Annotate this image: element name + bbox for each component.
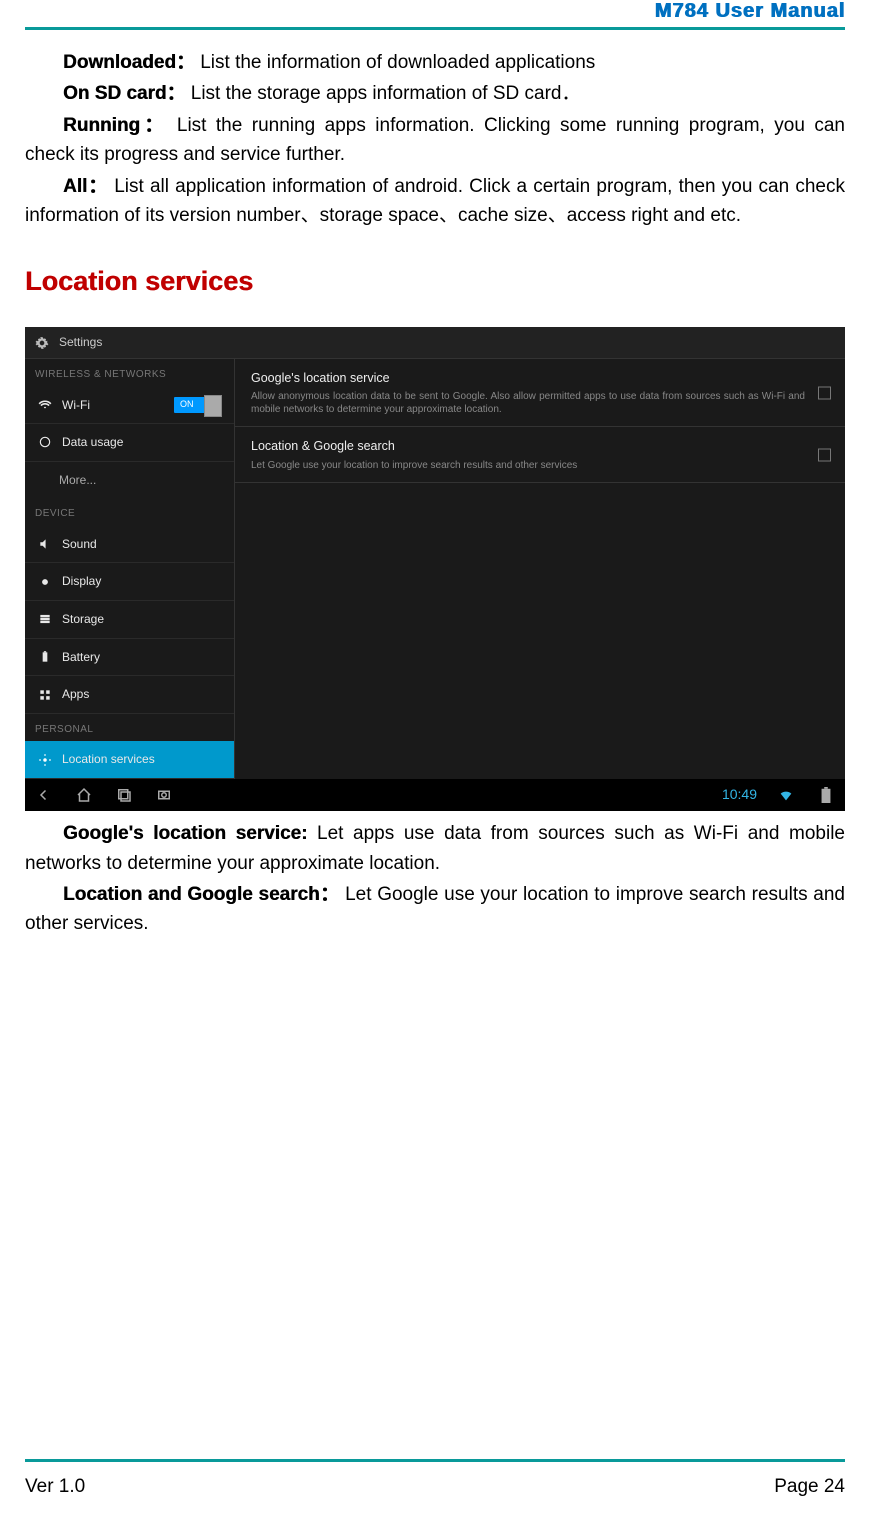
sidebar-item-wifi[interactable]: Wi-Fi ON bbox=[25, 387, 234, 425]
storage-label: Storage bbox=[62, 610, 104, 629]
location-label: Location services bbox=[62, 750, 155, 769]
apps-icon bbox=[37, 687, 52, 702]
category-wireless: WIRELESS & NETWORKS bbox=[25, 359, 234, 387]
sidebar-item-more[interactable]: More... bbox=[25, 462, 234, 499]
storage-icon bbox=[37, 612, 52, 627]
data-usage-label: Data usage bbox=[62, 433, 123, 452]
option-google-location-service[interactable]: Google's location service Allow anonymou… bbox=[235, 359, 845, 427]
sidebar-item-battery[interactable]: Battery bbox=[25, 639, 234, 677]
option-title: Location & Google search bbox=[251, 437, 805, 456]
settings-main-panel: Google's location service Allow anonymou… bbox=[235, 359, 845, 779]
sd-card-text: List the storage apps information of SD … bbox=[191, 83, 581, 104]
section-heading-location-services: Location services bbox=[25, 261, 845, 303]
sound-label: Sound bbox=[62, 535, 97, 554]
display-icon bbox=[37, 574, 52, 589]
option-desc: Let Google use your location to improve … bbox=[251, 459, 805, 472]
display-label: Display bbox=[62, 572, 101, 591]
status-clock: 10:49 bbox=[722, 784, 757, 806]
settings-icon bbox=[35, 336, 49, 350]
footer-divider bbox=[25, 1459, 845, 1462]
recents-icon[interactable] bbox=[113, 784, 135, 806]
settings-titlebar: Settings bbox=[25, 327, 845, 359]
settings-title: Settings bbox=[59, 333, 102, 352]
checkbox[interactable] bbox=[818, 448, 831, 461]
battery-label: Battery bbox=[62, 648, 100, 667]
sidebar-item-display[interactable]: Display bbox=[25, 563, 234, 601]
settings-sidebar: WIRELESS & NETWORKS Wi-Fi ON Data usage bbox=[25, 359, 235, 779]
sidebar-item-data-usage[interactable]: Data usage bbox=[25, 424, 234, 462]
sound-icon bbox=[37, 537, 52, 552]
apps-label: Apps bbox=[62, 685, 89, 704]
page-header-title: M784 User Manual bbox=[654, 0, 845, 22]
body-content: Downloaded： List the information of down… bbox=[25, 48, 845, 941]
option-location-google-search[interactable]: Location & Google search Let Google use … bbox=[235, 427, 845, 482]
more-label: More... bbox=[59, 471, 96, 490]
battery-icon bbox=[37, 649, 52, 664]
footer-version: Ver 1.0 bbox=[25, 1476, 85, 1498]
sidebar-item-location-services[interactable]: Location services bbox=[25, 741, 234, 779]
sd-card-label: On SD card： bbox=[63, 83, 185, 104]
running-label: Running： bbox=[63, 115, 167, 136]
category-device: DEVICE bbox=[25, 498, 234, 526]
wifi-icon bbox=[37, 397, 52, 412]
option-desc: Allow anonymous location data to be sent… bbox=[251, 390, 805, 416]
android-navbar: 10:49 bbox=[25, 779, 845, 811]
downloaded-text: List the information of downloaded appli… bbox=[200, 52, 595, 73]
all-label: All： bbox=[63, 176, 108, 197]
header-divider bbox=[25, 27, 845, 30]
location-icon bbox=[37, 752, 52, 767]
wifi-toggle[interactable]: ON bbox=[174, 397, 222, 413]
screenshot-icon[interactable] bbox=[153, 784, 175, 806]
wifi-label: Wi-Fi bbox=[62, 396, 90, 415]
back-icon[interactable] bbox=[33, 784, 55, 806]
checkbox[interactable] bbox=[818, 386, 831, 399]
category-personal: PERSONAL bbox=[25, 714, 234, 742]
option-title: Google's location service bbox=[251, 369, 805, 388]
sidebar-item-storage[interactable]: Storage bbox=[25, 601, 234, 639]
data-usage-icon bbox=[37, 435, 52, 450]
settings-screenshot: Settings WIRELESS & NETWORKS Wi-Fi ON bbox=[25, 327, 845, 811]
wifi-status-icon bbox=[775, 784, 797, 806]
battery-status-icon bbox=[815, 784, 837, 806]
home-icon[interactable] bbox=[73, 784, 95, 806]
sidebar-item-apps[interactable]: Apps bbox=[25, 676, 234, 714]
downloaded-label: Downloaded： bbox=[63, 52, 195, 73]
location-search-label: Location and Google search： bbox=[63, 884, 339, 905]
sidebar-item-sound[interactable]: Sound bbox=[25, 526, 234, 564]
footer-page: Page 24 bbox=[774, 1476, 845, 1498]
all-text: List all application information of andr… bbox=[25, 176, 845, 226]
google-location-label: Google's location service: bbox=[63, 823, 307, 844]
